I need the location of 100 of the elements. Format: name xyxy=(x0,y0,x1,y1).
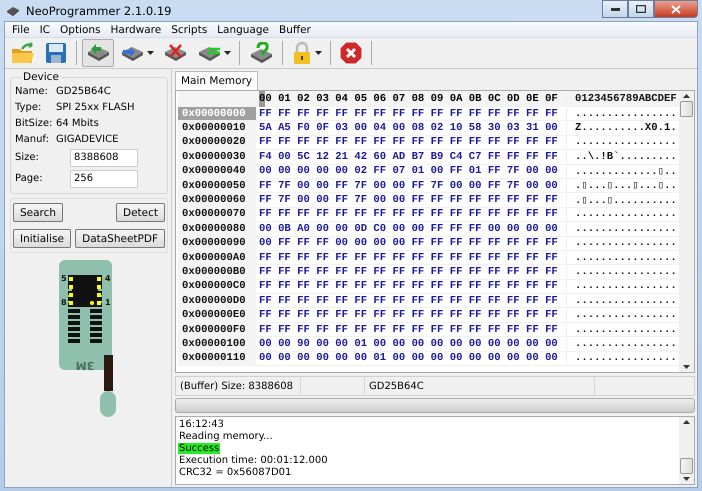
hex-bytes: FF FF FF FF FF FF FF FF FF FF FF FF FF FF FF FF xyxy=(258,309,559,322)
field-value: SPI 25xx FLASH xyxy=(56,102,135,112)
address-cell[interactable]: 0x00000060 xyxy=(178,193,256,207)
hex-bytes: FF 7F 00 00 FF 7F 00 00 FF FF FF FF FF FF FF FF xyxy=(258,194,559,206)
menu-item[interactable]: Hardware xyxy=(106,24,166,36)
ascii-text: ................ xyxy=(566,108,677,120)
down-arrow-icon xyxy=(683,365,690,369)
ascii-text: ................ xyxy=(566,352,677,364)
ascii-text: ................ xyxy=(566,252,677,264)
address-cell[interactable]: 0x000000E0 xyxy=(178,308,256,322)
menu-item[interactable]: Options xyxy=(55,24,106,36)
ascii-text: Z..........X0.1. xyxy=(566,122,677,134)
chip-cross-icon xyxy=(162,42,188,64)
field-label: Manuf: xyxy=(15,134,50,144)
status-text: GD25B64C xyxy=(365,377,595,395)
maximize-icon xyxy=(636,5,646,13)
stop-icon xyxy=(339,41,363,65)
ascii-text: ................ xyxy=(566,266,677,278)
ascii-text: ................ xyxy=(566,208,677,220)
ascii-text: ................ xyxy=(566,324,677,336)
hex-bytes: FF FF FF FF FF FF FF FF FF FF FF FF FF FF FF FF xyxy=(258,208,559,220)
ascii-text: ..\.!B`......... xyxy=(566,150,677,163)
address-cell[interactable]: 0x000000F0 xyxy=(178,322,256,336)
address-cell[interactable]: 0x000000A0 xyxy=(178,250,256,264)
down-arrow-icon xyxy=(683,477,690,481)
address-cell[interactable]: 0x00000100 xyxy=(178,337,256,351)
hex-bytes: FF FF FF FF FF FF FF FF FF FF FF FF FF FF FF FF xyxy=(258,324,559,336)
menu-item[interactable]: File xyxy=(7,24,35,36)
ascii-text: ................ xyxy=(566,237,677,250)
column-header: 0123456789ABCDEF xyxy=(566,92,677,104)
field-label: Type: xyxy=(15,102,42,112)
address-cell[interactable]: 0x00000030 xyxy=(178,150,256,164)
address-cell[interactable]: 0x000000C0 xyxy=(178,280,256,294)
address-cell[interactable]: 0x000000B0 xyxy=(178,265,256,279)
address-cell[interactable]: 0x000000D0 xyxy=(178,294,256,308)
address-cell[interactable]: 0x00000020 xyxy=(178,136,256,150)
up-arrow-icon xyxy=(683,420,690,424)
hex-bytes: 00 00 00 00 00 00 01 00 00 00 00 00 00 00 00 00 xyxy=(258,352,559,364)
input-field[interactable]: 8388608 xyxy=(70,148,138,166)
ascii-text: ................ xyxy=(566,280,677,292)
action-button[interactable]: Detect xyxy=(116,203,165,222)
close-button[interactable] xyxy=(654,0,698,18)
ascii-text: ................ xyxy=(566,338,677,350)
ascii-text: ................ xyxy=(566,222,677,235)
menu-item[interactable]: Language xyxy=(212,24,274,36)
hex-bytes: FF FF FF FF FF FF FF FF FF FF FF FF FF FF FF FF xyxy=(258,294,559,307)
address-cell[interactable]: 0x00000040 xyxy=(178,164,256,178)
chip-icon xyxy=(6,6,20,16)
ascii-text: ................ xyxy=(566,294,677,307)
address-cell[interactable]: 0x00000110 xyxy=(178,352,256,366)
window-title: NeoProgrammer 2.1.0.19 xyxy=(26,4,172,18)
hex-bytes: FF FF FF FF FF FF FF FF FF FF FF FF FF FF FF FF xyxy=(258,266,559,278)
menu-item[interactable]: Scripts xyxy=(166,24,212,36)
hex-bytes: 00 00 00 00 00 02 FF 07 01 00 FF 01 FF 7F 00 00 xyxy=(258,165,559,178)
chip-arrow-icon xyxy=(85,42,111,64)
address-cell[interactable]: 0x00000050 xyxy=(178,178,256,192)
field-value: GD25B64C xyxy=(56,86,111,96)
ascii-text: .▯...▯...▯...▯.. xyxy=(566,179,677,192)
column-header: 00 01 02 03 04 05 06 07 08 09 0A 0B 0C 0D 0E 0F xyxy=(259,91,558,106)
maximize-button[interactable] xyxy=(628,0,654,18)
scrollbar[interactable] xyxy=(679,417,694,484)
input-field[interactable]: 256 xyxy=(70,170,138,188)
scroll-thumb[interactable] xyxy=(680,101,693,117)
read-button[interactable] xyxy=(82,39,114,67)
hex-bytes: FF FF FF FF FF FF FF FF FF FF FF FF FF FF FF FF xyxy=(258,136,559,148)
group-title: Device xyxy=(22,71,60,83)
field-label: Page: xyxy=(15,173,44,184)
hex-bytes: 5A A5 F0 0F 03 00 04 00 08 02 10 58 30 03 31 00 xyxy=(258,122,559,134)
scroll-thumb[interactable] xyxy=(680,458,693,474)
up-arrow-icon xyxy=(683,94,690,98)
folder-icon xyxy=(10,41,36,65)
menu-item[interactable]: Buffer xyxy=(274,24,316,36)
scrollbar[interactable] xyxy=(679,91,694,372)
address-cell[interactable]: 0x00000010 xyxy=(178,121,256,135)
floppy-icon xyxy=(44,41,68,65)
field-label: Name: xyxy=(15,86,49,96)
action-button[interactable]: Search xyxy=(13,203,64,222)
field-label: Size: xyxy=(15,152,40,163)
close-icon xyxy=(671,4,681,14)
log-line: 16:12:43 xyxy=(178,419,225,430)
hex-bytes: 00 FF FF FF 00 00 00 00 FF FF FF FF FF FF FF FF xyxy=(258,237,559,250)
menu-item[interactable]: IC xyxy=(34,24,56,36)
minimize-button[interactable] xyxy=(602,0,628,18)
action-button[interactable]: Initialise xyxy=(13,229,71,248)
minimize-icon xyxy=(610,7,620,11)
tab[interactable]: Main Memory xyxy=(175,71,258,90)
ascii-text: .............▯.. xyxy=(566,164,677,178)
address-cell[interactable]: 0x00000080 xyxy=(178,222,256,236)
hex-bytes: FF FF FF FF FF FF FF FF FF FF FF FF FF FF FF FF xyxy=(258,280,559,292)
hex-bytes: F4 00 5C 12 21 42 60 AD B7 B9 C4 C7 FF FF FF FF xyxy=(258,150,559,163)
ascii-text: .▯...▯.......... xyxy=(566,194,677,207)
padlock-icon xyxy=(291,41,313,65)
address-cell[interactable]: 0x00000090 xyxy=(178,236,256,250)
chip-question-icon xyxy=(248,42,274,64)
address-cell[interactable]: 0x00000070 xyxy=(178,208,256,222)
field-value: GIGADEVICE xyxy=(56,134,118,144)
field-value: 64 Mbits xyxy=(56,118,99,128)
status-text: (Buffer) Size: 8388608 xyxy=(176,377,301,395)
action-button[interactable]: DataSheetPDF xyxy=(75,229,165,248)
hex-bytes: FF FF FF FF FF FF FF FF FF FF FF FF FF FF FF FF xyxy=(258,252,559,264)
